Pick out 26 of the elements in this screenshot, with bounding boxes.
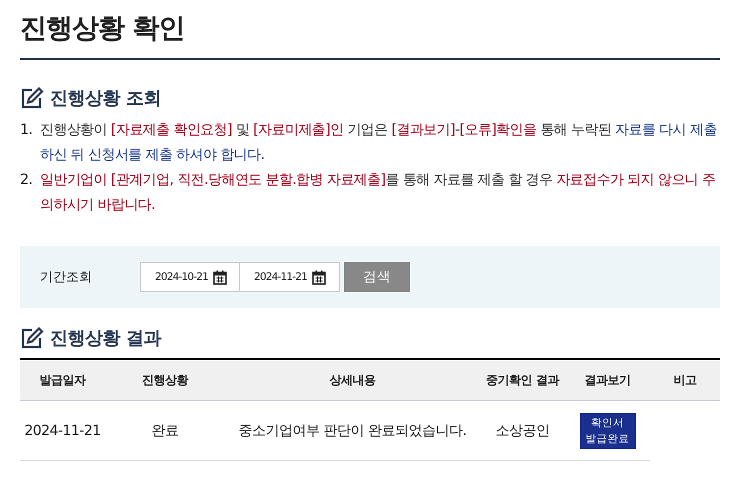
column-header: 발급일자 [20, 359, 105, 400]
search-button[interactable]: 검색 [344, 262, 410, 292]
calendar-icon[interactable] [312, 270, 326, 284]
section-title: 진행상황 조회 [50, 87, 161, 110]
table-cell: 2024-11-21 [20, 400, 105, 460]
list-number: 2. [20, 171, 34, 190]
table-cell: 중소기업여부 판단이 완료되었습니다. [225, 400, 480, 460]
column-header: 중기확인 결과 [480, 359, 565, 400]
column-header: 진행상황 [105, 359, 225, 400]
start-date-field[interactable]: 2024-10-21 [140, 262, 240, 292]
column-header: 비고 [650, 359, 720, 400]
list-number: 1. [20, 121, 34, 140]
end-date-field[interactable]: 2024-11-21 [240, 262, 340, 292]
edit-icon [20, 327, 44, 349]
edit-icon [20, 87, 44, 109]
column-header: 결과보기 [565, 359, 650, 400]
section-title: 진행상황 결과 [50, 327, 161, 350]
calendar-icon[interactable] [213, 270, 228, 284]
table-cell: 완료 [105, 400, 225, 460]
page-title: 진행상황 확인 [20, 0, 720, 60]
table-cell: 소상공인 [480, 400, 565, 460]
notice-text: 진행상황이 [자료제출 확인요청] 및 [자료미제출]인 기업은 [결과보기]-[오류]확인을 통해 누락된 자료를 다시 제출 하신 뒤 신청서를 제출 하셔야 합니다. [40, 121, 718, 165]
certificate-button[interactable]: 확인서 발급완료 [580, 412, 636, 448]
notice-text: 일반기업이 [관계기업, 직전.당해연도 분할.합병 자료제출]를 통해 자료를 제출 할 경우 자료접수가 되지 않으니 주의하시기 바랍니다. [40, 171, 716, 215]
column-header: 상세내용 [225, 359, 480, 400]
period-label: 기간조회 [40, 269, 93, 286]
